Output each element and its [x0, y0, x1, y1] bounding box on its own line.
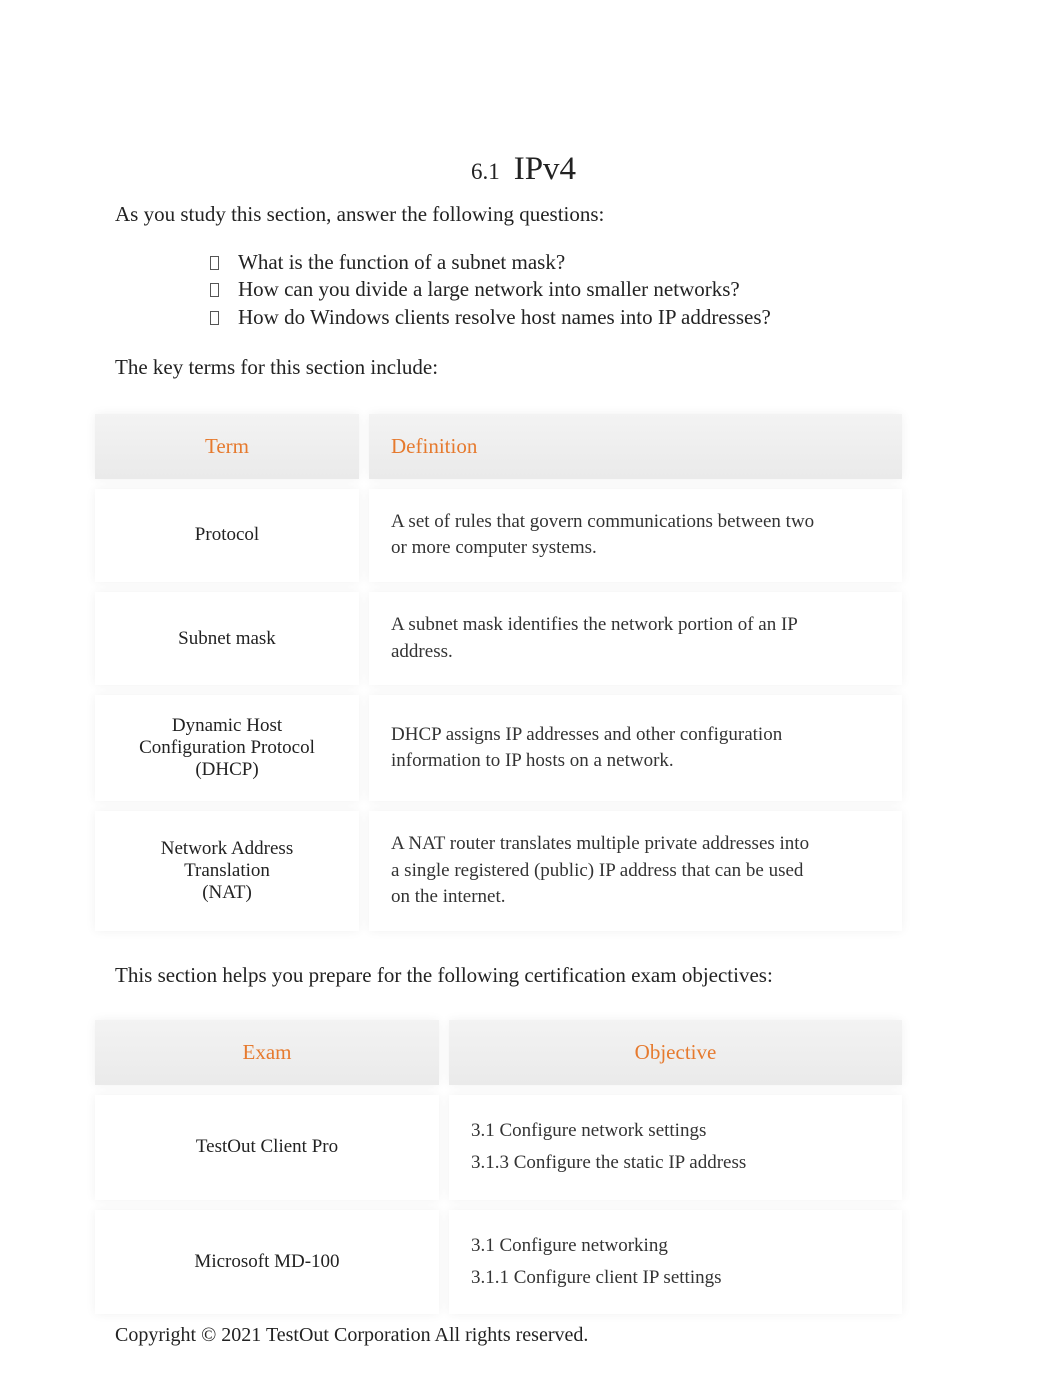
term-cell: Network Address Translation(NAT): [95, 811, 359, 931]
definition-cell: A NAT router translates multiple private…: [369, 811, 902, 931]
table-row: Microsoft MD-100 3.1 Configure networkin…: [95, 1210, 902, 1315]
definition-cell: DHCP assigns IP addresses and other conf…: [369, 695, 902, 801]
col-header-term: Term: [95, 414, 359, 479]
objective-cell: 3.1 Configure networking3.1.1 Configure …: [449, 1210, 902, 1315]
list-item: How can you divide a large network into …: [210, 276, 932, 303]
section-title: IPv4: [514, 151, 576, 187]
table-row: TestOut Client Pro 3.1 Configure network…: [95, 1095, 902, 1200]
definition-cell: A set of rules that govern communication…: [369, 489, 902, 582]
section-heading: 6.1 IPv4: [115, 150, 932, 188]
table-row: Network Address Translation(NAT) A NAT r…: [95, 811, 902, 931]
exam-objectives-table: Exam Objective TestOut Client Pro 3.1 Co…: [85, 1010, 912, 1324]
intro-text: As you study this section, answer the fo…: [115, 202, 932, 227]
col-header-definition: Definition: [369, 414, 902, 479]
list-item: What is the function of a subnet mask?: [210, 249, 932, 276]
copyright-text: Copyright © 2021 TestOut Corporation All…: [115, 1324, 932, 1347]
term-cell: Protocol: [95, 489, 359, 582]
table-row: Protocol A set of rules that govern comm…: [95, 489, 902, 582]
key-terms-intro: The key terms for this section include:: [115, 355, 932, 380]
col-header-objective: Objective: [449, 1020, 902, 1085]
key-terms-table: Term Definition Protocol A set of rules …: [85, 404, 912, 941]
term-cell: Dynamic Host Configuration Protocol(DHCP…: [95, 695, 359, 801]
table-row: Subnet mask A subnet mask identifies the…: [95, 592, 902, 685]
table-row: Dynamic Host Configuration Protocol(DHCP…: [95, 695, 902, 801]
col-header-exam: Exam: [95, 1020, 439, 1085]
term-cell: Subnet mask: [95, 592, 359, 685]
objectives-intro: This section helps you prepare for the f…: [115, 963, 932, 988]
exam-cell: TestOut Client Pro: [95, 1095, 439, 1200]
definition-cell: A subnet mask identifies the network por…: [369, 592, 902, 685]
objective-cell: 3.1 Configure network settings3.1.3 Conf…: [449, 1095, 902, 1200]
section-number: 6.1: [471, 159, 500, 184]
study-questions-list: What is the function of a subnet mask? H…: [115, 249, 932, 331]
list-item: How do Windows clients resolve host name…: [210, 304, 932, 331]
exam-cell: Microsoft MD-100: [95, 1210, 439, 1315]
